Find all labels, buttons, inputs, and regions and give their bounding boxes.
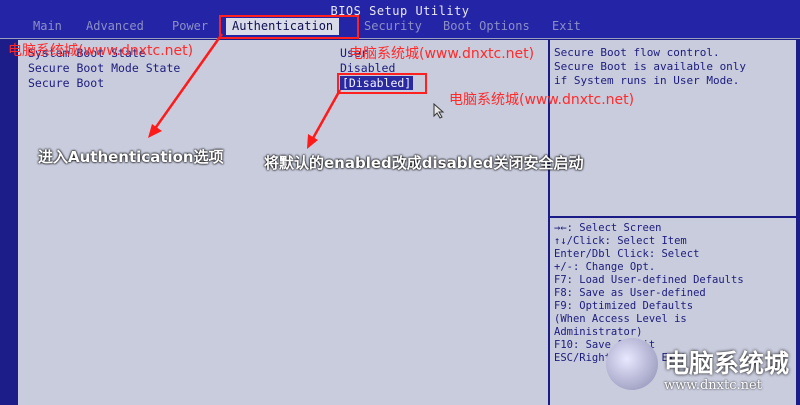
arrow-head [148, 124, 162, 138]
arrow-head [307, 134, 318, 149]
annotation-disable-secure-boot: 将默认的enabled改成disabled关闭安全启动 [264, 154, 584, 172]
logo-name: 电脑系统城 [664, 349, 790, 378]
mouse-cursor-icon [433, 103, 445, 119]
watermark: 电脑系统城(www.dnxtc.net) [8, 43, 194, 59]
annotation-enter-authentication: 进入Authentication选项 [38, 148, 224, 166]
logo-icon [606, 338, 658, 390]
watermark: 电脑系统城(www.dnxtc.net) [349, 46, 535, 62]
logo-url: www.dnxtc.net [664, 378, 762, 393]
arrow-line [310, 89, 342, 141]
watermark: 电脑系统城(www.dnxtc.net) [449, 92, 635, 108]
